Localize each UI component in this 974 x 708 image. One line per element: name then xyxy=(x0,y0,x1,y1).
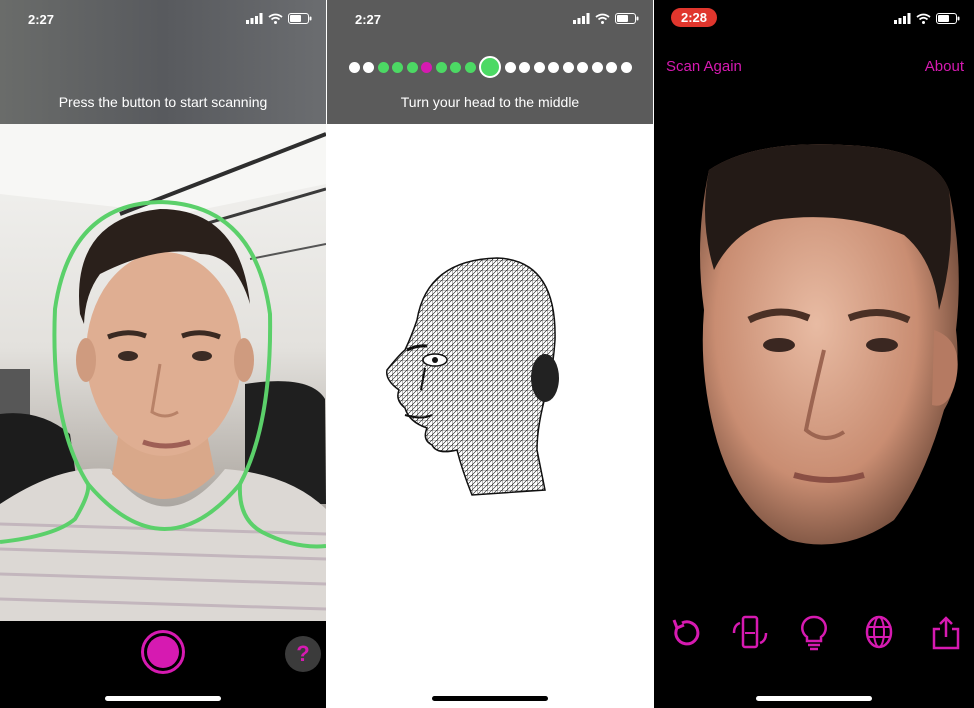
bottom-controls: ? xyxy=(0,621,326,708)
scanning-screen: Turn your head to the middle 2:27 xyxy=(327,0,653,708)
status-icons xyxy=(246,13,312,24)
record-button[interactable] xyxy=(141,630,185,674)
signal-icon xyxy=(246,13,263,24)
progress-dot xyxy=(577,61,588,73)
progress-dot xyxy=(392,61,403,73)
wifi-icon xyxy=(916,13,931,24)
progress-dot xyxy=(620,61,632,73)
status-icons xyxy=(573,13,639,24)
progress-dot xyxy=(519,61,530,73)
battery-icon xyxy=(615,13,639,24)
progress-dot xyxy=(363,61,374,73)
signal-icon xyxy=(573,13,590,24)
status-time: 2:27 xyxy=(28,12,55,27)
status-time: 2:28 xyxy=(671,8,718,27)
progress-dot xyxy=(606,61,617,73)
progress-dot xyxy=(348,61,360,73)
status-icons xyxy=(894,13,960,24)
progress-dot xyxy=(548,61,559,73)
status-bar: 2:27 xyxy=(327,0,653,40)
home-indicator xyxy=(105,696,221,701)
battery-icon xyxy=(936,13,960,24)
head-wireframe-model xyxy=(386,257,559,496)
lightbulb-icon[interactable] xyxy=(794,610,834,656)
progress-dot-current xyxy=(479,56,501,78)
face-guide-outline xyxy=(0,199,326,549)
status-time: 2:27 xyxy=(355,12,382,27)
wifi-icon xyxy=(268,13,283,24)
progress-dot xyxy=(464,61,476,73)
progress-dot xyxy=(421,61,432,73)
progress-dot xyxy=(406,61,418,73)
mesh-globe-icon[interactable] xyxy=(859,610,899,656)
progress-dot xyxy=(450,61,461,73)
camera-preview xyxy=(0,124,326,621)
status-bar: 2:27 xyxy=(0,0,326,40)
about-button[interactable]: About xyxy=(925,58,964,75)
progress-dot xyxy=(504,61,516,73)
phone-rotate-icon[interactable] xyxy=(730,610,770,656)
rotate-icon[interactable] xyxy=(666,610,706,656)
progress-dot xyxy=(533,61,545,73)
progress-dot xyxy=(591,61,603,73)
progress-dot xyxy=(562,61,574,73)
battery-icon xyxy=(288,13,312,24)
scan-result-screen: 2:28 Scan Again About xyxy=(654,0,974,708)
record-dot xyxy=(147,636,179,668)
help-button[interactable]: ? xyxy=(285,636,321,672)
scan-start-screen: Press the button to start scanning 2:27 xyxy=(0,0,326,708)
result-toolbar xyxy=(654,610,974,660)
signal-icon xyxy=(894,13,911,24)
share-icon[interactable] xyxy=(926,610,966,656)
home-indicator xyxy=(432,696,548,701)
status-bar: 2:28 xyxy=(654,0,974,40)
scan-again-button[interactable]: Scan Again xyxy=(666,58,742,75)
wifi-icon xyxy=(595,13,610,24)
progress-dot xyxy=(377,61,389,73)
instruction-text: Turn your head to the middle xyxy=(400,94,580,110)
progress-dot xyxy=(435,61,447,73)
home-indicator xyxy=(756,696,872,701)
scan-progress-dots xyxy=(341,56,639,78)
face-3d-model[interactable] xyxy=(694,140,969,555)
instruction-text: Press the button to start scanning xyxy=(58,94,268,110)
